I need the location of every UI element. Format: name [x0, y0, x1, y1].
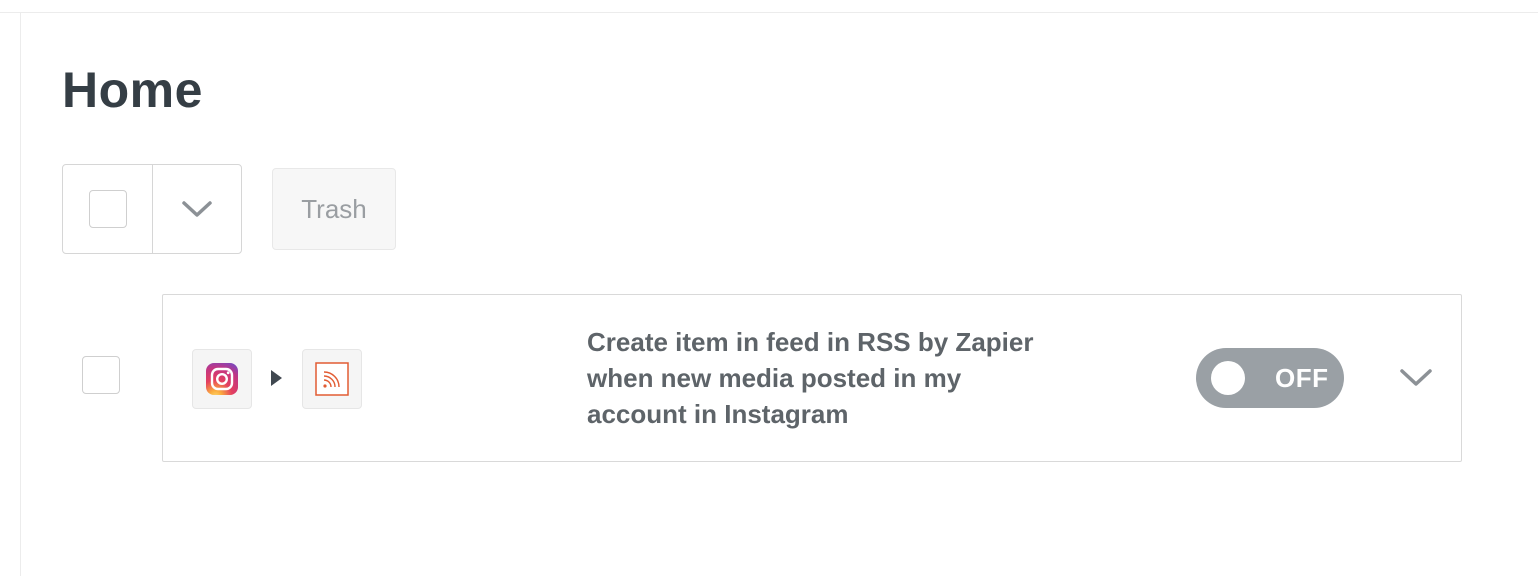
step-arrow-icon	[271, 370, 282, 386]
action-app-tile	[302, 349, 362, 409]
chevron-down-icon	[1400, 369, 1432, 386]
zap-status-toggle[interactable]: OFF	[1196, 348, 1344, 408]
left-divider	[20, 13, 21, 576]
toggle-knob	[1211, 361, 1245, 395]
chevron-down-icon	[182, 201, 212, 217]
select-all-checkbox[interactable]	[63, 165, 153, 253]
zap-row-checkbox[interactable]	[82, 356, 120, 394]
toggle-status-label: OFF	[1275, 363, 1329, 393]
trigger-app-tile	[192, 349, 252, 409]
page: Home Trash Create item in feed in RSS by…	[0, 0, 1538, 576]
expand-zap-button[interactable]	[1394, 361, 1438, 395]
page-title: Home	[62, 62, 203, 118]
trash-button[interactable]: Trash	[272, 168, 396, 250]
bulk-select-control	[62, 164, 242, 254]
select-options-dropdown[interactable]	[153, 165, 241, 253]
zap-card[interactable]: Create item in feed in RSS by Zapier whe…	[162, 294, 1462, 462]
zap-description[interactable]: Create item in feed in RSS by Zapier whe…	[587, 324, 1057, 432]
instagram-icon	[206, 363, 238, 395]
checkbox-box	[82, 356, 120, 394]
checkbox-box	[88, 190, 127, 228]
rss-icon	[315, 362, 349, 396]
top-divider	[0, 0, 1538, 13]
